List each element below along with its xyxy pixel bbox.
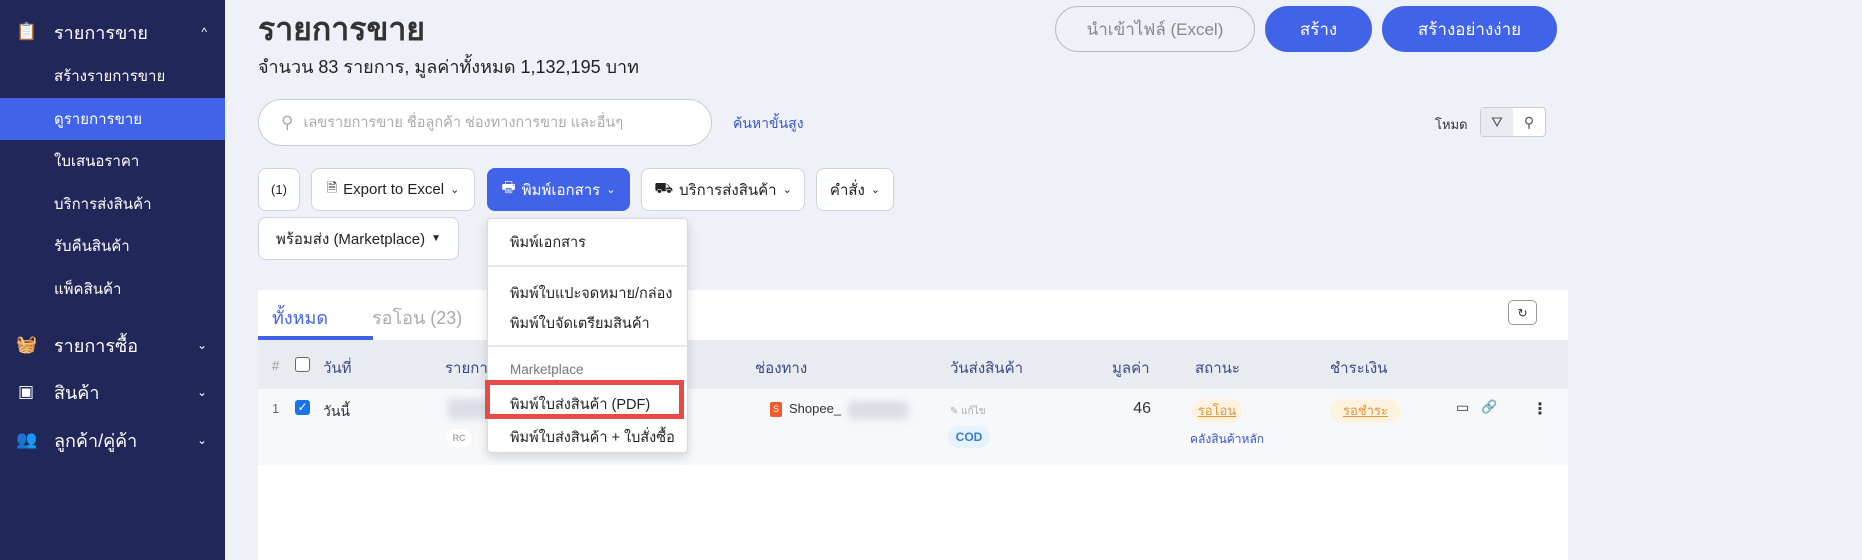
menu-item-print-label[interactable]: พิมพ์ใบแปะจดหมาย/กล่อง (510, 282, 672, 305)
menu-section-marketplace: Marketplace (510, 362, 584, 377)
export-excel-button[interactable]: 🗎 Export to Excel ⌄ (311, 168, 475, 211)
sidebar-item-products[interactable]: ▣ สินค้า ⌄ (0, 372, 225, 412)
menu-item-print-picking[interactable]: พิมพ์ใบจัดเตรียมสินค้า (510, 312, 650, 335)
excel-file-icon: 🗎 (326, 179, 338, 195)
col-index: # (272, 358, 280, 373)
sales-table-card: ทั้งหมด รอโอน (23) ↻ # วันที่ รายการ ช่อ… (258, 290, 1568, 560)
quick-create-button[interactable]: สร้างอย่างง่าย (1382, 6, 1557, 52)
printer-icon: 🖶 (501, 179, 516, 196)
commands-button[interactable]: คำสั่ง ⌄ (816, 168, 894, 211)
chevron-down-icon: ⌄ (870, 184, 881, 196)
sidebar-item-contacts[interactable]: 👥 ลูกค้า/คู่ค้า ⌄ (0, 420, 225, 460)
menu-item-print-delivery-pdf[interactable]: พิมพ์ใบส่งสินค้า (PDF) (510, 393, 650, 416)
mode-label: โหมด (1435, 117, 1468, 132)
chevron-down-icon: ⌄ (450, 184, 460, 196)
payment-badge[interactable]: รอชำระ (1330, 399, 1401, 423)
chevron-down-icon: ⌄ (196, 338, 207, 352)
selected-count-button[interactable]: (1) (258, 168, 300, 211)
sidebar-label: รายการขาย (54, 22, 148, 43)
refresh-icon[interactable]: ↻ (1508, 300, 1537, 325)
col-channel: ช่องทาง (755, 360, 808, 377)
col-ship-date: วันส่งสินค้า (950, 360, 1024, 377)
row-value: 46 (1133, 400, 1151, 417)
cod-badge: COD (948, 426, 990, 448)
order-tag: RC (446, 429, 472, 447)
shopee-icon: S (770, 402, 782, 417)
row-checkbox[interactable]: ✓ (295, 400, 310, 415)
row-channel: Shopee_ (789, 401, 842, 416)
ready-label: พร้อมส่ง (Marketplace) (275, 230, 426, 248)
mode-toggle: ⛛ ⚲ (1480, 107, 1546, 137)
more-options-icon[interactable]: ⋮ (1532, 399, 1548, 419)
pencil-icon: ✎ (950, 406, 959, 417)
select-all-checkbox[interactable] (295, 357, 310, 372)
page-title: รายการขาย (258, 11, 426, 47)
ready-marketplace-button[interactable]: พร้อมส่ง (Marketplace) ▼ (258, 217, 459, 260)
sidebar-label: ลูกค้า/คู่ค้า (54, 430, 138, 451)
table-row[interactable]: 1 ✓ วันนี้ RC S Shopee_ ✎ แก้ไข COD 46 ร… (258, 389, 1568, 465)
search-placeholder: เลขรายการขาย ชื่อลูกค้า ช่องทางการขาย แล… (303, 115, 624, 131)
chevron-down-icon: ⌄ (782, 184, 792, 196)
table-header: # วันที่ รายการ ช่องทาง วันส่งสินค้า มูล… (258, 340, 1568, 389)
tab-pending-transfer[interactable]: รอโอน (23) (372, 303, 462, 332)
order-number-redacted (448, 399, 488, 419)
filter-icon[interactable]: ⛛ (1481, 108, 1513, 136)
tab-all[interactable]: ทั้งหมด (272, 303, 328, 332)
sidebar-item-packing[interactable]: แพ็คสินค้า (0, 268, 225, 310)
link-icon[interactable]: 🔗 (1481, 399, 1497, 415)
search-icon[interactable]: ⚲ (1513, 108, 1545, 136)
sidebar-label: สินค้า (54, 382, 100, 403)
advanced-search-link[interactable]: ค้นหาขั้นสูง (733, 113, 804, 135)
row-index: 1 (272, 401, 280, 416)
col-value: มูลค่า (1112, 360, 1150, 377)
shipping-label: บริการส่งสินค้า (679, 181, 777, 199)
box-icon: ▣ (17, 382, 35, 401)
commands-label: คำสั่ง (829, 181, 865, 199)
users-icon: 👥 (16, 430, 38, 449)
clipboard-icon: 📋 (16, 22, 38, 41)
menu-item-print-delivery-po[interactable]: พิมพ์ใบส่งสินค้า + ใบสั่งซื้อ (510, 426, 675, 449)
import-excel-button[interactable]: นำเข้าไฟล์ (Excel) (1055, 6, 1255, 52)
chevron-down-icon: ⌄ (196, 433, 207, 447)
sidebar-item-quotation[interactable]: ใบเสนอราคา (0, 140, 225, 182)
print-documents-button[interactable]: 🖶 พิมพ์เอกสาร ⌄ (487, 168, 630, 211)
chevron-down-icon: ⌄ (606, 184, 616, 196)
col-status: สถานะ (1195, 360, 1240, 377)
print-label: พิมพ์เอกสาร (521, 181, 601, 199)
sidebar-item-shipping[interactable]: บริการส่งสินค้า (0, 183, 225, 225)
sidebar: 📋 รายการขาย ^ สร้างรายการขาย ดูรายการขาย ใ… (0, 0, 225, 560)
chevron-down-icon: ⌄ (196, 385, 207, 399)
sidebar-item-purchases[interactable]: 🧺 รายการซื้อ ⌄ (0, 325, 225, 365)
shop-name-redacted (848, 401, 908, 419)
menu-divider (488, 265, 687, 267)
row-date: วันนี้ (323, 403, 351, 419)
truck-icon: ⛟ (654, 180, 674, 197)
menu-divider (488, 345, 687, 347)
sidebar-item-returns[interactable]: รับคืนสินค้า (0, 225, 225, 267)
search-input[interactable]: ⚲ เลขรายการขาย ชื่อลูกค้า ช่องทางการขาย … (258, 99, 712, 146)
status-badge[interactable]: รอโอน (1192, 399, 1242, 423)
edit-ship-date[interactable]: ✎ แก้ไข (950, 404, 986, 419)
create-button[interactable]: สร้าง (1265, 6, 1372, 52)
page-summary: จำนวน 83 รายการ, มูลค่าทั้งหมด 1,132,195… (258, 57, 639, 77)
export-label: Export to Excel (343, 181, 445, 198)
col-payment: ชำระเงิน (1330, 360, 1388, 377)
basket-icon: 🧺 (16, 335, 38, 354)
col-date: วันที่ (323, 360, 352, 377)
credit-card-icon[interactable]: ▭ (1456, 399, 1469, 416)
sidebar-item-sales[interactable]: 📋 รายการขาย ^ (0, 12, 225, 52)
edit-label: แก้ไข (961, 406, 986, 417)
chevron-up-icon: ^ (201, 25, 207, 39)
print-dropdown-menu: พิมพ์เอกสาร พิมพ์ใบแปะจดหมาย/กล่อง พิมพ์… (485, 218, 688, 453)
search-icon: ⚲ (281, 112, 294, 132)
warehouse-link[interactable]: คลังสินค้าหลัก (1190, 430, 1264, 449)
caret-down-icon: ▼ (431, 233, 442, 244)
shipping-service-button[interactable]: ⛟ บริการส่งสินค้า ⌄ (641, 168, 805, 211)
menu-item-print-documents[interactable]: พิมพ์เอกสาร (510, 231, 586, 254)
sidebar-item-view-sales[interactable]: ดูรายการขาย (0, 98, 225, 140)
sidebar-item-create-sale[interactable]: สร้างรายการขาย (0, 55, 225, 97)
sidebar-label: รายการซื้อ (54, 335, 139, 356)
